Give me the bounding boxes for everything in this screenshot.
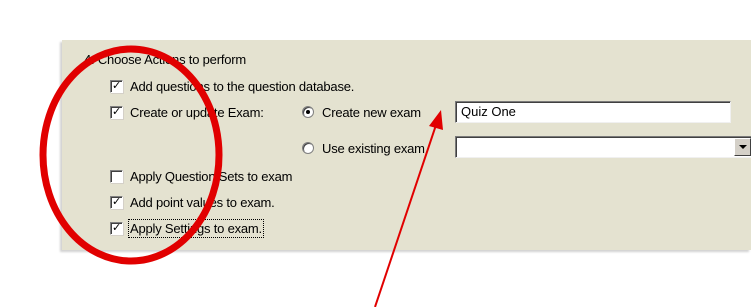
apply-question-sets-label: Apply Question Sets to exam xyxy=(130,168,293,184)
apply-question-sets-option[interactable]: Apply Question Sets to exam xyxy=(110,168,292,184)
create-new-exam-label: Create new exam xyxy=(322,104,421,120)
create-new-exam-option[interactable]: Create new exam xyxy=(302,104,421,120)
dropdown-button[interactable] xyxy=(734,138,751,156)
add-questions-label: Add questions to the question database. xyxy=(130,78,355,94)
add-point-values-label: Add point values to exam. xyxy=(130,194,275,210)
existing-exam-select[interactable] xyxy=(455,136,751,158)
add-questions-option[interactable]: ✓ Add questions to the question database… xyxy=(110,78,354,94)
add-point-values-checkbox[interactable]: ✓ xyxy=(110,195,123,209)
checkmark-icon: ✓ xyxy=(111,105,122,118)
apply-question-sets-checkbox[interactable] xyxy=(110,169,123,183)
checkmark-icon: ✓ xyxy=(111,195,122,208)
checkmark-icon: ✓ xyxy=(111,221,122,234)
page: 4. Choose Actions to perform ✓ Add quest… xyxy=(0,0,751,307)
use-existing-exam-option[interactable]: Use existing exam xyxy=(302,140,425,156)
use-existing-exam-radio[interactable] xyxy=(302,142,314,154)
add-questions-checkbox[interactable]: ✓ xyxy=(110,79,123,93)
apply-settings-checkbox[interactable]: ✓ xyxy=(110,221,123,235)
apply-settings-label: Apply Settings to exam. xyxy=(128,218,264,238)
create-update-exam-checkbox[interactable]: ✓ xyxy=(110,105,123,119)
step-title: 4. Choose Actions to perform xyxy=(84,52,247,67)
checkmark-icon: ✓ xyxy=(111,79,122,92)
create-new-exam-radio[interactable] xyxy=(302,106,314,118)
create-update-exam-label: Create or update Exam: xyxy=(130,104,264,120)
use-existing-exam-label: Use existing exam xyxy=(322,140,425,156)
create-update-exam-option[interactable]: ✓ Create or update Exam: xyxy=(110,104,264,120)
radio-selected-dot-icon xyxy=(306,110,310,114)
new-exam-name-input[interactable]: Quiz One xyxy=(455,101,731,123)
chevron-down-icon xyxy=(738,145,747,149)
apply-settings-option[interactable]: ✓ Apply Settings to exam. xyxy=(110,218,264,238)
add-point-values-option[interactable]: ✓ Add point values to exam. xyxy=(110,194,275,210)
